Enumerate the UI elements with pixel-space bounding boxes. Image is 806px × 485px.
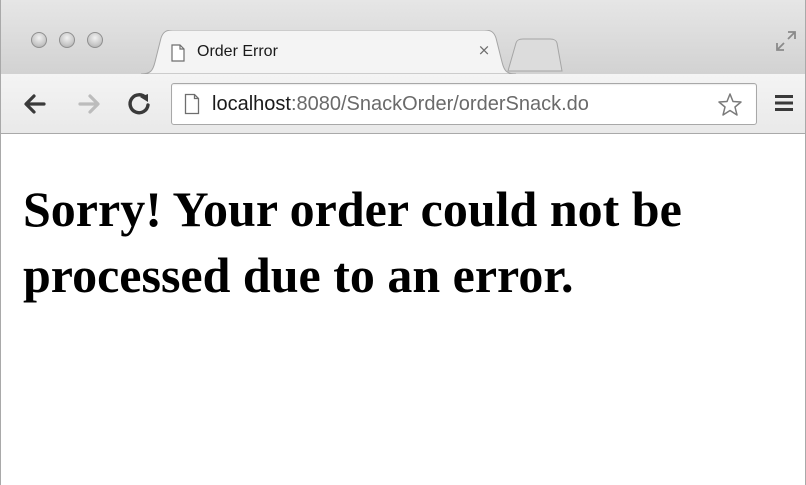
star-icon[interactable] (717, 92, 743, 116)
url-path: :8080/SnackOrder/orderSnack.do (290, 93, 589, 115)
url-host: localhost (212, 93, 291, 115)
address-bar[interactable]: localhost:8080/SnackOrder/orderSnack.do (171, 83, 757, 125)
page-content: Sorry! Your order could not be processed… (1, 134, 805, 485)
window-zoom-button[interactable] (87, 32, 103, 48)
browser-window: Order Error × localhost:8080/SnackOrder/… (0, 0, 806, 485)
tab-strip: Order Error × (1, 0, 805, 74)
fullscreen-icon[interactable] (775, 30, 797, 52)
hamburger-menu-icon[interactable] (773, 92, 795, 114)
new-tab-button[interactable] (504, 37, 564, 73)
browser-toolbar: localhost:8080/SnackOrder/orderSnack.do (1, 74, 805, 134)
page-icon (171, 44, 185, 62)
url-text[interactable]: localhost:8080/SnackOrder/orderSnack.do (212, 93, 589, 116)
error-heading: Sorry! Your order could not be processed… (23, 181, 682, 303)
page-icon (184, 93, 200, 115)
tab-order-error[interactable]: Order Error × (141, 30, 516, 74)
forward-arrow-icon[interactable] (75, 90, 103, 118)
window-close-button[interactable] (31, 32, 47, 48)
back-arrow-icon[interactable] (21, 90, 49, 118)
tab-close-icon[interactable]: × (475, 41, 493, 59)
window-minimize-button[interactable] (59, 32, 75, 48)
reload-icon[interactable] (125, 90, 153, 118)
tab-title: Order Error (197, 43, 278, 60)
